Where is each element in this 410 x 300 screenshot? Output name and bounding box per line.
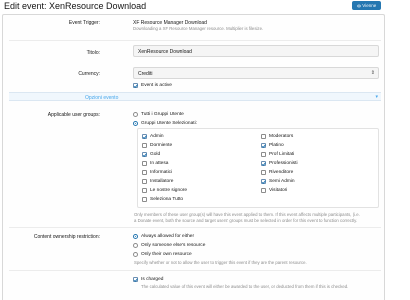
- applicable-groups-label: Applicable user groups:: [47, 112, 100, 118]
- group-label: Platino: [269, 143, 284, 148]
- group-label: Admin: [150, 134, 164, 139]
- is-charged-label: Is charged: [141, 277, 164, 282]
- view-button[interactable]: Vienne: [352, 1, 381, 10]
- group-label: Professionisti: [269, 161, 298, 166]
- eye-icon: [356, 4, 361, 7]
- ownership-hint: Specify whether or not to allow the user…: [134, 260, 307, 265]
- group-label: Rivenditore: [269, 170, 294, 175]
- is-charged-checkbox[interactable]: [133, 277, 138, 282]
- group-checkbox-prof-limitati[interactable]: [261, 152, 266, 157]
- group-label: Moderators: [269, 134, 294, 139]
- event-trigger-label: Event Trigger:: [68, 20, 100, 26]
- group-label: Semi Admin: [269, 179, 295, 184]
- currency-label: Currency:: [78, 71, 100, 77]
- group-label: Le nostre signore: [150, 188, 188, 193]
- select-all-checkbox[interactable]: [142, 197, 147, 202]
- ownership-radio-others[interactable]: [133, 243, 138, 248]
- groups-hint-line2: a Donate event, both the source and targ…: [134, 218, 358, 223]
- currency-select[interactable]: Crediti ⇕: [133, 67, 379, 79]
- ownership-option-label: Only their own resource: [141, 252, 192, 257]
- options-section-title: Opzioni evento: [85, 94, 119, 101]
- user-groups-box: Admin Dormiente Gold In attesa Informati…: [137, 128, 379, 208]
- top-bar: Edit event: XenResource Download Vienne: [0, 0, 410, 14]
- group-checkbox-professionisti[interactable]: [261, 161, 266, 166]
- groups-hint-line1: Only members of these user group(s) will…: [134, 212, 360, 217]
- group-label: Informatici: [150, 170, 173, 175]
- page-title: Edit event: XenResource Download: [4, 1, 147, 11]
- group-checkbox-gold[interactable]: [142, 152, 147, 157]
- ownership-option-label: Always allowed for either: [141, 234, 195, 239]
- ownership-radio-either[interactable]: [133, 234, 138, 239]
- divider: [9, 40, 381, 41]
- selected-groups-radio[interactable]: [133, 121, 138, 126]
- event-trigger-description: Downloading a XF Resource Manager resour…: [133, 26, 264, 31]
- group-checkbox-rivenditore[interactable]: [261, 170, 266, 175]
- group-checkbox-platino[interactable]: [261, 143, 266, 148]
- ownership-option-label: Only someone else's resource: [141, 243, 206, 248]
- chevron-down-icon: ▾: [375, 94, 378, 100]
- selected-groups-label: Gruppi Utente Selezionati:: [141, 121, 197, 126]
- group-checkbox-le-nostre-signore[interactable]: [142, 188, 147, 193]
- group-checkbox-in-attesa[interactable]: [142, 161, 147, 166]
- select-arrows-icon: ⇕: [370, 70, 375, 76]
- group-label: Visitatori: [269, 188, 288, 193]
- divider: [9, 270, 381, 271]
- options-section-header[interactable]: Opzioni evento ▾: [9, 92, 381, 101]
- group-checkbox-visitatori[interactable]: [261, 188, 266, 193]
- group-checkbox-installatore[interactable]: [142, 179, 147, 184]
- group-label: Dormiente: [150, 143, 173, 148]
- group-checkbox-dormiente[interactable]: [142, 143, 147, 148]
- group-label: Prof Limitati: [269, 152, 295, 157]
- group-checkbox-semi-admin[interactable]: [261, 179, 266, 184]
- all-groups-radio[interactable]: [133, 112, 138, 117]
- group-checkbox-moderators[interactable]: [261, 134, 266, 139]
- is-charged-hint: The calculated value of this event will …: [141, 284, 349, 289]
- title-label: Titolo:: [86, 50, 100, 56]
- edit-event-form: Event Trigger: XF Resource Manager Downl…: [2, 14, 385, 300]
- select-all-label: Seleziona Tutto: [150, 197, 184, 202]
- group-label: Installatore: [150, 179, 174, 184]
- group-label: In attesa: [150, 161, 169, 166]
- currency-select-value: Crediti: [138, 71, 153, 77]
- group-checkbox-informatici[interactable]: [142, 170, 147, 175]
- divider: [9, 227, 381, 228]
- group-label: Gold: [150, 152, 161, 157]
- title-input[interactable]: XenResource Download: [133, 45, 379, 57]
- event-active-label: Event is active: [141, 83, 172, 88]
- event-active-checkbox[interactable]: [133, 83, 138, 88]
- ownership-label: Content ownership restriction:: [33, 234, 100, 240]
- all-groups-label: Tutti i Gruppi Utente: [141, 112, 184, 117]
- group-checkbox-admin[interactable]: [142, 134, 147, 139]
- ownership-radio-own[interactable]: [133, 252, 138, 257]
- view-button-label: Vienne: [362, 3, 377, 8]
